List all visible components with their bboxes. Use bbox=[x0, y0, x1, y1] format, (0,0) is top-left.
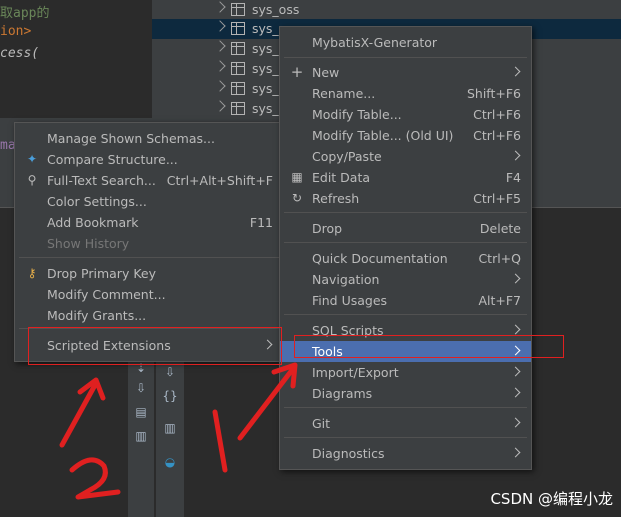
annotation-drawing bbox=[59, 362, 298, 500]
watermark: CSDN @编程小龙 bbox=[490, 490, 613, 508]
digit-2-stroke bbox=[69, 457, 121, 500]
arrow-1-shaft bbox=[237, 367, 295, 441]
digit-1-stroke bbox=[212, 409, 228, 473]
